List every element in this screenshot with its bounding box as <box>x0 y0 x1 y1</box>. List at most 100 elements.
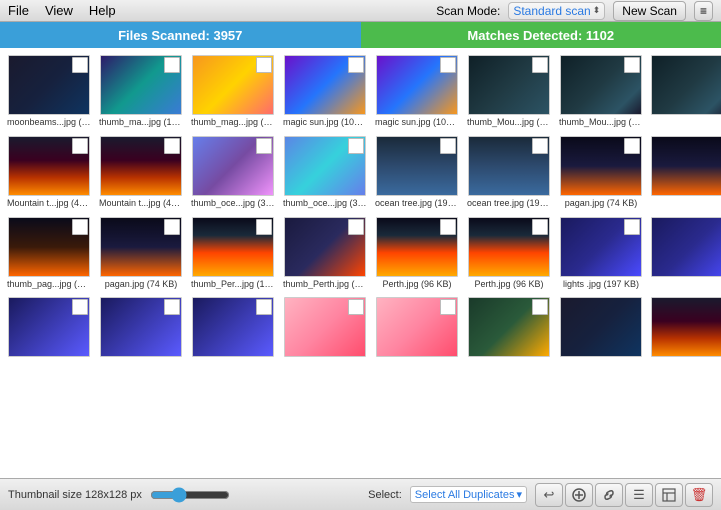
scan-mode-value: Standard scan <box>513 4 590 18</box>
list-item[interactable]: pagan.jpg (74 KB) <box>96 214 186 293</box>
list-item[interactable] <box>4 294 94 362</box>
menu-file[interactable]: File <box>8 3 29 18</box>
thumb-label: ocean tree.jpg (19 KB) <box>467 198 551 209</box>
menubar: File View Help Scan Mode: Standard scan … <box>0 0 721 22</box>
duplicate-badge <box>164 138 180 154</box>
list-item[interactable]: Mountain t...jpg (45 KB) <box>96 133 186 212</box>
list-item[interactable]: thumb_oce...jpg (34 KB) <box>188 133 278 212</box>
list-item[interactable] <box>648 133 721 212</box>
thumb-label: thumb_oce...jpg (32 KB) <box>283 198 367 209</box>
list-item[interactable]: thumb_ma...jpg (170 KB) <box>96 52 186 131</box>
expand-button[interactable] <box>655 483 683 507</box>
thumb-size-label: Thumbnail size 128x128 px <box>8 489 142 501</box>
list-item[interactable]: thumb_Mou...jpg (82 KB) <box>464 52 554 131</box>
duplicate-badge <box>532 57 548 73</box>
select-dups-chevron-icon: ▾ <box>516 488 522 501</box>
matches-detected-status: Matches Detected: 1102 <box>361 22 721 48</box>
list-item[interactable] <box>372 294 462 362</box>
thumb-label: Mountain t...jpg (45 KB) <box>99 198 183 209</box>
list-item[interactable] <box>648 214 721 293</box>
list-item[interactable]: ocean tree.jpg (19 KB) <box>464 133 554 212</box>
list-item[interactable] <box>648 294 721 362</box>
list-item[interactable]: Perth.jpg (96 KB) <box>372 214 462 293</box>
list-item[interactable]: magic sun.jpg (109 KB) <box>280 52 370 131</box>
list-view-button[interactable]: ☰ <box>625 483 653 507</box>
list-item[interactable]: Perth.jpg (96 KB) <box>464 214 554 293</box>
list-item[interactable] <box>464 294 554 362</box>
duplicate-badge <box>348 299 364 315</box>
duplicate-badge <box>256 299 272 315</box>
thumb-label: thumb_Mou...jpg (82 KB) <box>467 117 551 128</box>
thumb-label: pagan.jpg (74 KB) <box>565 198 638 209</box>
duplicate-badge <box>532 219 548 235</box>
thumb-label: magic sun.jpg (109 KB) <box>283 117 367 128</box>
files-scanned-status: Files Scanned: 3957 <box>0 22 361 48</box>
thumb-label: magic sun.jpg (109 KB) <box>375 117 459 128</box>
duplicate-badge <box>164 57 180 73</box>
duplicate-badge <box>72 299 88 315</box>
undo-button[interactable]: ↩ <box>535 483 563 507</box>
list-item[interactable]: thumb_mag...jpg (52 KB) <box>188 52 278 131</box>
scan-mode-dropdown[interactable]: Standard scan ⬍ <box>508 2 605 20</box>
duplicate-badge <box>348 138 364 154</box>
menu-hamburger-button[interactable]: ≡ <box>694 1 713 21</box>
matches-detected-label: Matches Detected: 1102 <box>467 28 614 43</box>
list-item[interactable]: magic sun.jpg (109 KB) <box>372 52 462 131</box>
select-all-duplicates-dropdown[interactable]: Select All Duplicates ▾ <box>410 486 527 503</box>
duplicate-badge <box>532 138 548 154</box>
list-item[interactable]: Mountain t...jpg (45 KB) <box>4 133 94 212</box>
duplicate-badge <box>72 138 88 154</box>
select-label: Select: <box>368 489 402 501</box>
list-item[interactable]: thumb_Perth.jpg (39 KB) <box>280 214 370 293</box>
action-buttons: ↩ ☰ 🗑 <box>535 483 713 507</box>
bottombar: Thumbnail size 128x128 px Select: Select… <box>0 478 721 510</box>
duplicate-badge <box>256 219 272 235</box>
statusbar: Files Scanned: 3957 Matches Detected: 11… <box>0 22 721 48</box>
thumb-label: Mountain t...jpg (45 KB) <box>7 198 91 209</box>
list-item[interactable] <box>280 294 370 362</box>
list-item[interactable]: thumb_pag...jpg (73 KB) <box>4 214 94 293</box>
duplicate-badge <box>164 219 180 235</box>
duplicate-badge <box>440 57 456 73</box>
duplicate-badge <box>440 138 456 154</box>
menu-view[interactable]: View <box>45 3 73 18</box>
duplicate-badge <box>440 299 456 315</box>
link-icon <box>602 488 616 502</box>
menu-help[interactable]: Help <box>89 3 116 18</box>
trash-button[interactable]: 🗑 <box>685 483 713 507</box>
list-item[interactable] <box>188 294 278 362</box>
thumb-label: pagan.jpg (74 KB) <box>105 279 178 290</box>
list-item[interactable]: thumb_Per...jpg (128 KB) <box>188 214 278 293</box>
duplicate-badge <box>72 219 88 235</box>
link-button[interactable] <box>595 483 623 507</box>
duplicate-badge <box>256 57 272 73</box>
list-item[interactable]: moonbeams...jpg (27 KB) <box>4 52 94 131</box>
duplicate-badge <box>256 138 272 154</box>
thumb-label: Perth.jpg (96 KB) <box>474 279 543 290</box>
list-item[interactable]: lights .jpg (197 KB) <box>556 214 646 293</box>
add-button[interactable] <box>565 483 593 507</box>
duplicate-badge <box>164 299 180 315</box>
duplicate-badge <box>624 57 640 73</box>
scan-mode-label: Scan Mode: <box>436 4 500 18</box>
duplicate-badge <box>532 299 548 315</box>
thumb-size-slider[interactable] <box>150 487 230 503</box>
files-scanned-label: Files Scanned: 3957 <box>118 28 242 43</box>
duplicate-badge <box>72 57 88 73</box>
list-item[interactable] <box>96 294 186 362</box>
list-item[interactable]: thumb_oce...jpg (32 KB) <box>280 133 370 212</box>
thumb-label: thumb_oce...jpg (34 KB) <box>191 198 275 209</box>
thumb-label: thumb_Per...jpg (128 KB) <box>191 279 275 290</box>
list-item[interactable] <box>648 52 721 131</box>
new-scan-button[interactable]: New Scan <box>613 1 686 21</box>
thumb-grid: moonbeams...jpg (27 KB) thumb_ma...jpg (1… <box>4 52 717 362</box>
list-item[interactable]: ocean tree.jpg (19 KB) <box>372 133 462 212</box>
list-item[interactable] <box>556 294 646 362</box>
list-item[interactable]: pagan.jpg (74 KB) <box>556 133 646 212</box>
list-item[interactable]: thumb_Mou...jpg (37 KB) <box>556 52 646 131</box>
thumb-label: thumb_Perth.jpg (39 KB) <box>283 279 367 290</box>
menubar-right: Scan Mode: Standard scan ⬍ New Scan ≡ <box>436 1 713 21</box>
chevron-updown-icon: ⬍ <box>593 5 601 16</box>
duplicate-badge <box>440 219 456 235</box>
thumb-label: thumb_ma...jpg (170 KB) <box>99 117 183 128</box>
